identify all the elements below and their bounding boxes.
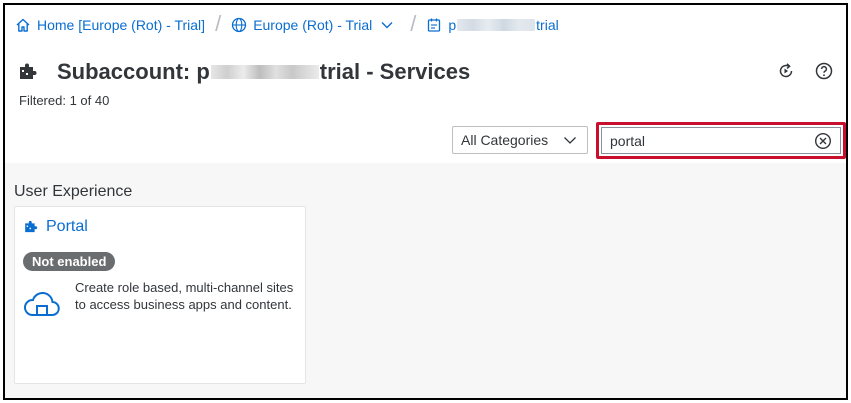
puzzle-icon — [17, 61, 39, 83]
globe-icon — [232, 17, 247, 33]
breadcrumb-subaccount-suffix: trial — [536, 17, 559, 33]
page-title-prefix: Subaccount: p — [57, 59, 210, 84]
page-title: Subaccount: p trial - Services — [57, 59, 470, 85]
category-select[interactable]: All Categories — [452, 126, 588, 154]
cloud-icon — [23, 289, 61, 319]
search-field[interactable] — [601, 127, 841, 154]
services-content: User Experience Portal Not enabled Creat… — [5, 163, 846, 398]
breadcrumb-home[interactable]: Home [Europe (Rot) - Trial] — [15, 17, 205, 33]
tile-body: Create role based, multi-channel sites t… — [23, 279, 295, 319]
service-tile-portal[interactable]: Portal Not enabled Create role based, mu… — [14, 206, 306, 384]
help-icon — [815, 62, 833, 80]
service-title[interactable]: Portal — [46, 218, 88, 236]
group-title: User Experience — [14, 183, 133, 200]
puzzle-icon — [25, 220, 38, 233]
clear-icon — [814, 132, 832, 149]
clear-search-button[interactable] — [812, 130, 834, 152]
filter-count: Filtered: 1 of 40 — [19, 93, 110, 108]
page-title-suffix: trial - Services — [319, 59, 471, 84]
breadcrumb-region[interactable]: Europe (Rot) - Trial — [231, 17, 400, 33]
app-window: Home [Europe (Rot) - Trial] / Europe (Ro… — [3, 3, 848, 400]
subaccount-icon — [428, 18, 441, 32]
tile-header: Portal — [23, 218, 88, 236]
breadcrumb-separator: / — [215, 11, 222, 36]
home-icon — [16, 18, 30, 32]
refresh-icon — [779, 63, 793, 78]
status-badge: Not enabled — [23, 252, 116, 271]
breadcrumb-home-label: Home [Europe (Rot) - Trial] — [37, 17, 206, 33]
breadcrumb-separator: / — [410, 11, 417, 36]
help-button[interactable] — [812, 59, 836, 83]
breadcrumb-subaccount-prefix: p — [448, 17, 457, 33]
redacted-text — [457, 19, 536, 31]
page-header: Subaccount: p trial - Services — [17, 55, 470, 89]
chevron-down-icon — [564, 137, 576, 144]
chevron-down-icon[interactable] — [380, 18, 394, 32]
service-description: Create role based, multi-channel sites t… — [75, 280, 294, 312]
breadcrumb: Home [Europe (Rot) - Trial] / Europe (Ro… — [15, 11, 559, 37]
refresh-button[interactable] — [774, 59, 798, 83]
search-input[interactable] — [602, 128, 812, 153]
header-actions — [774, 59, 836, 83]
category-select-value: All Categories — [461, 132, 549, 148]
breadcrumb-region-label: Europe (Rot) - Trial — [253, 17, 373, 33]
redacted-text — [210, 65, 319, 79]
breadcrumb-subaccount[interactable]: p trial — [426, 17, 559, 33]
